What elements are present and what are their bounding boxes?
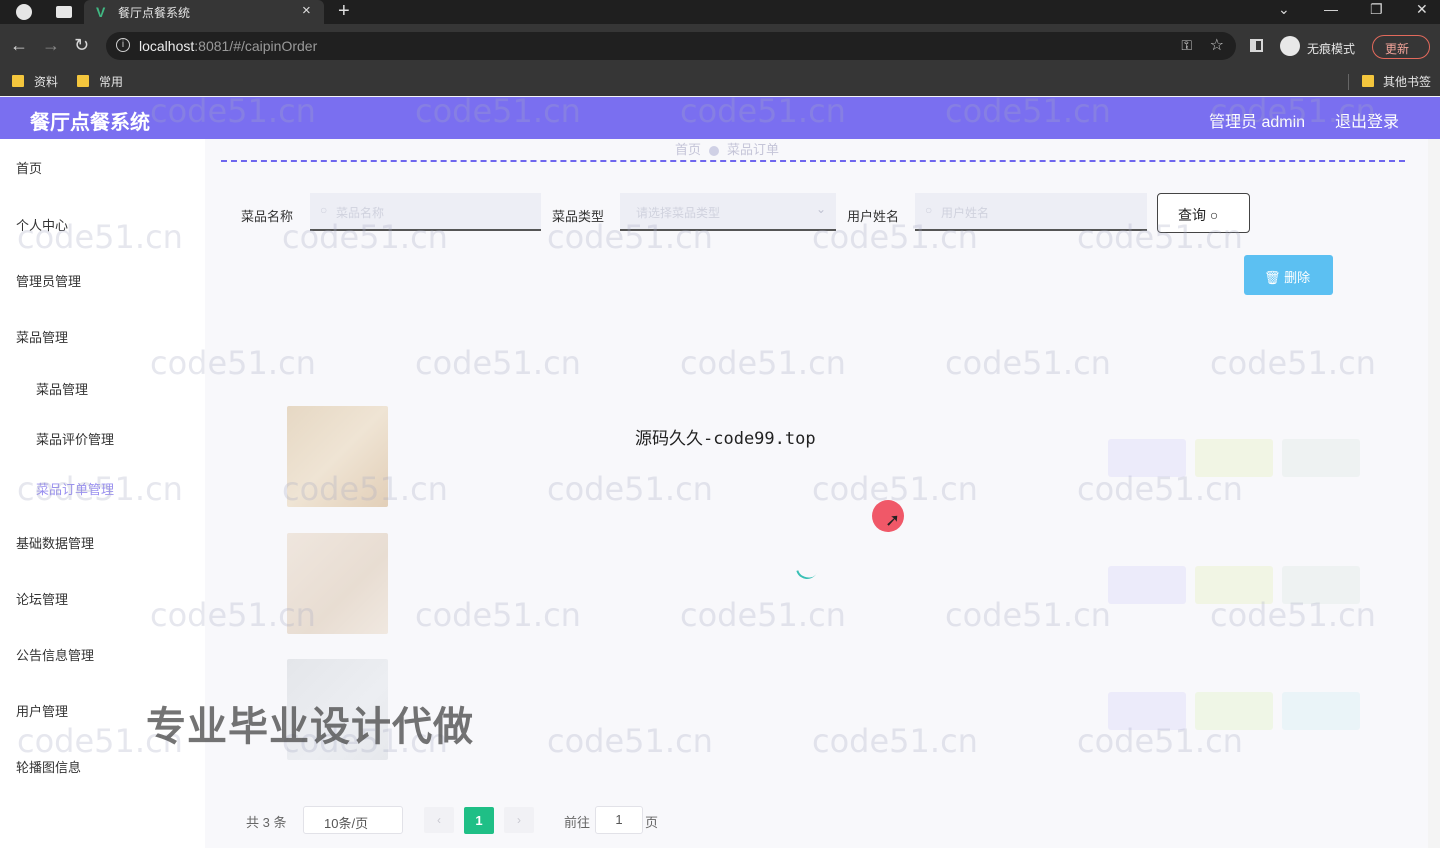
dish-thumbnail (287, 533, 388, 634)
sidebar-subitem-dishes[interactable]: 菜品管理 (36, 379, 88, 398)
sidebar-item-forum[interactable]: 论坛管理 (16, 589, 68, 608)
sidebar-subitem-dish-orders[interactable]: 菜品订单管理 (36, 479, 114, 498)
incognito-label: 无痕模式 (1307, 42, 1356, 56)
breadcrumb-home[interactable]: 首页 (675, 142, 701, 157)
sidebar-item-home[interactable]: 首页 (16, 158, 42, 177)
app-header: 餐厅点餐系统 管理员 admin 退出登录 (0, 97, 1440, 139)
search-icon: ○ (320, 203, 328, 217)
breadcrumb-separator-icon (709, 145, 720, 156)
goto-page-input[interactable]: 1 (595, 806, 643, 834)
row-action-button[interactable] (1282, 692, 1360, 730)
trash-icon: 🗑 (1264, 270, 1281, 285)
tab-close-icon[interactable]: × (302, 2, 311, 19)
bookmark-folder-ziliao[interactable]: 资料 (34, 73, 58, 90)
dish-type-select[interactable]: 请选择菜品类型 ⌄ (620, 193, 836, 231)
sidebar-item-profile[interactable]: 个人中心 (16, 215, 68, 234)
bookmark-folder-changyong[interactable]: 常用 (99, 73, 123, 90)
user-name-input[interactable]: ○ 用户姓名 (915, 193, 1147, 231)
browser-profile-icon[interactable] (16, 4, 32, 20)
row-action-button[interactable] (1108, 692, 1186, 730)
prev-page-icon[interactable]: ‹ (424, 807, 454, 833)
row-action-button[interactable] (1282, 566, 1360, 604)
mouse-cursor-icon: ➚ (885, 510, 901, 530)
row-action-button[interactable] (1108, 439, 1186, 477)
current-user: 管理员 admin (1209, 114, 1306, 131)
breadcrumb-current: 菜品订单 (727, 142, 780, 157)
row-action-button[interactable] (1108, 566, 1186, 604)
reload-icon[interactable]: ↻ (74, 35, 89, 56)
dish-name-label: 菜品名称 (241, 209, 294, 224)
site-info-icon[interactable]: i (116, 38, 130, 52)
query-button[interactable]: 查询 ○ (1157, 193, 1250, 233)
row-action-button[interactable] (1195, 439, 1273, 477)
bookmark-star-icon[interactable]: ☆ (1210, 35, 1224, 55)
row-action-button[interactable] (1195, 692, 1273, 730)
folder-icon (1362, 75, 1374, 87)
sidebar-item-carousel[interactable]: 轮播图信息 (16, 757, 81, 776)
page-size-select[interactable]: 10条/页 (303, 806, 403, 834)
sidebar-item-base-data[interactable]: 基础数据管理 (16, 533, 94, 552)
search-icon: ○ (1209, 207, 1219, 223)
logout-link[interactable]: 退出登录 (1335, 108, 1399, 132)
loading-spinner-icon (791, 552, 823, 584)
search-icon: ○ (925, 203, 933, 217)
side-panel-icon[interactable] (1250, 39, 1263, 52)
sidebar-item-dish-management[interactable]: 菜品管理 (16, 327, 68, 346)
url-text: localhost:8081/#/caipinOrder (139, 38, 318, 54)
bookmarks-bar: 资料 常用 其他书签 (0, 68, 1440, 96)
chevron-down-icon: ⌄ (815, 202, 826, 216)
next-page-icon[interactable]: › (504, 807, 534, 833)
vue-favicon-icon: V (96, 4, 106, 20)
sidebar-item-users[interactable]: 用户管理 (16, 701, 68, 720)
goto-label: 前往 (564, 815, 591, 830)
pagination-total: 共 3 条 (246, 815, 287, 830)
dish-name-input[interactable]: ○ 菜品名称 (310, 193, 541, 231)
update-button[interactable]: 更新 (1372, 35, 1430, 59)
address-toolbar: ← → ↻ i localhost:8081/#/caipinOrder ⚿ ☆… (0, 24, 1440, 68)
forward-icon[interactable]: → (42, 35, 60, 56)
window-close-icon[interactable]: ✕ (1416, 1, 1428, 18)
minimize-icon[interactable]: — (1324, 1, 1338, 17)
page-scrollbar[interactable] (1428, 139, 1440, 848)
other-bookmarks[interactable]: 其他书签 (1383, 73, 1431, 90)
back-icon[interactable]: ← (10, 35, 28, 56)
overlay-source-text: 源码久久-code99.top (635, 429, 816, 449)
bookmarks-separator (1348, 74, 1349, 90)
url-field[interactable]: i localhost:8081/#/caipinOrder ⚿ ☆ (106, 32, 1236, 60)
tab-overview-icon[interactable] (56, 6, 72, 18)
sidebar-subitem-dish-reviews[interactable]: 菜品评价管理 (36, 429, 114, 448)
dish-thumbnail (287, 406, 388, 507)
new-tab-icon[interactable]: + (338, 0, 350, 23)
folder-icon (12, 75, 24, 87)
row-action-button[interactable] (1195, 566, 1273, 604)
password-key-icon[interactable]: ⚿ (1181, 37, 1192, 54)
browser-tab-strip: V 餐厅点餐系统 × + ⌄ — ❐ ✕ (0, 0, 1440, 24)
folder-icon (77, 75, 89, 87)
incognito-icon[interactable] (1280, 36, 1300, 56)
user-name-label: 用户姓名 (847, 209, 900, 224)
header-divider (221, 160, 1405, 162)
app-title: 餐厅点餐系统 (30, 112, 150, 134)
promo-overlay-text: 专业毕业设计代做 (146, 705, 474, 749)
row-action-button[interactable] (1282, 439, 1360, 477)
page-suffix: 页 (645, 815, 659, 830)
delete-button[interactable]: 🗑 删除 (1244, 255, 1333, 295)
tab-title: 餐厅点餐系统 (118, 6, 191, 20)
restore-icon[interactable]: ❐ (1370, 1, 1383, 18)
tab-search-icon[interactable]: ⌄ (1278, 1, 1290, 18)
sidebar-item-announcements[interactable]: 公告信息管理 (16, 645, 94, 664)
page-number-current[interactable]: 1 (464, 807, 494, 834)
sidebar-item-admin-management[interactable]: 管理员管理 (16, 271, 81, 290)
dish-type-label: 菜品类型 (552, 209, 605, 224)
breadcrumb: 首页 菜品订单 (675, 139, 779, 158)
